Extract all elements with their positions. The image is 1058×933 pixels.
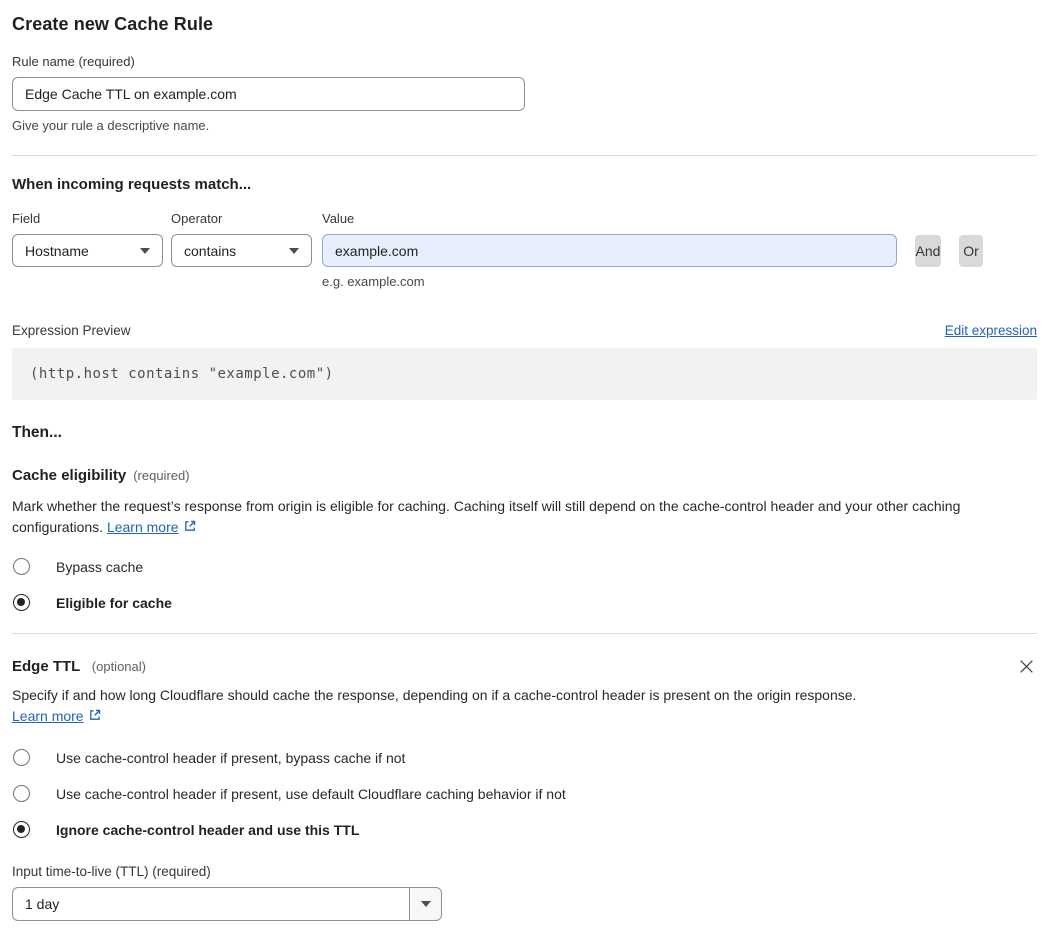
ttl-label: Input time-to-live (TTL) (required) xyxy=(12,864,211,879)
operator-select[interactable]: contains xyxy=(171,234,312,267)
field-label: Field xyxy=(12,211,41,226)
radio-eligible-for-cache[interactable]: Eligible for cache xyxy=(12,594,1037,611)
radio-ignore-header-use-ttl[interactable]: Ignore cache-control header and use this… xyxy=(12,821,1037,838)
expression-preview-code: (http.host contains "example.com") xyxy=(12,348,1037,400)
field-select[interactable]: Hostname xyxy=(12,234,163,267)
edit-expression-link[interactable]: Edit expression xyxy=(945,323,1037,338)
radio-button-icon[interactable] xyxy=(13,785,30,802)
ttl-select-dropdown-button[interactable] xyxy=(409,887,442,921)
divider xyxy=(12,155,1037,156)
cache-eligibility-required-badge: (required) xyxy=(133,468,190,483)
edge-ttl-header: Edge TTL (optional) xyxy=(12,656,1037,677)
and-button[interactable]: And xyxy=(915,235,941,267)
cache-eligibility-title: Cache eligibility xyxy=(12,467,127,484)
edge-ttl-title: Edge TTL xyxy=(12,657,81,675)
edge-ttl-description: Specify if and how long Cloudflare shoul… xyxy=(12,685,857,728)
field-select-value: Hostname xyxy=(25,242,89,259)
learn-more-link[interactable]: Learn more xyxy=(12,708,84,724)
chevron-down-icon xyxy=(420,901,431,907)
page-title: Create new Cache Rule xyxy=(12,14,214,34)
rule-name-label: Rule name (required) xyxy=(12,54,135,69)
create-cache-rule-form: Create new Cache Rule Rule name (require… xyxy=(0,0,1058,933)
expression-preview-row: Expression Preview Edit expression xyxy=(12,323,1037,338)
chevron-down-icon xyxy=(289,247,299,254)
radio-button-icon[interactable] xyxy=(13,558,30,575)
expression-text: (http.host contains "example.com") xyxy=(30,366,334,382)
match-condition-row: Field Operator Value Hostname contains A… xyxy=(12,211,1037,289)
rule-name-help: Give your rule a descriptive name. xyxy=(12,118,210,133)
cache-eligibility-header: Cache eligibility (required) xyxy=(12,467,1037,484)
value-help: e.g. example.com xyxy=(322,274,425,289)
divider xyxy=(12,633,1037,634)
edge-ttl-optional-badge: (optional) xyxy=(91,658,146,674)
expression-preview-label: Expression Preview xyxy=(12,323,131,338)
radio-button-icon[interactable] xyxy=(13,594,30,611)
external-link-icon xyxy=(183,518,197,539)
radio-bypass-cache[interactable]: Bypass cache xyxy=(12,558,1037,575)
ttl-select-value: 1 day xyxy=(25,896,60,912)
close-icon[interactable] xyxy=(1016,656,1037,677)
chevron-down-icon xyxy=(140,247,150,254)
radio-use-header-bypass[interactable]: Use cache-control header if present, byp… xyxy=(12,749,1037,766)
value-input[interactable] xyxy=(322,234,897,267)
learn-more-link[interactable]: Learn more xyxy=(107,519,179,535)
radio-button-icon[interactable] xyxy=(13,821,30,838)
value-label: Value xyxy=(322,211,355,226)
then-heading: Then... xyxy=(12,424,62,441)
ttl-select[interactable]: 1 day xyxy=(12,887,1037,921)
radio-use-header-default[interactable]: Use cache-control header if present, use… xyxy=(12,785,1037,802)
operator-select-value: contains xyxy=(184,242,237,259)
match-section-heading: When incoming requests match... xyxy=(12,176,252,193)
or-button[interactable]: Or xyxy=(959,235,983,267)
external-link-icon xyxy=(88,707,102,728)
rule-name-input[interactable] xyxy=(12,77,525,111)
cache-eligibility-description: Mark whether the request’s response from… xyxy=(12,496,1037,539)
radio-button-icon[interactable] xyxy=(13,749,30,766)
operator-label: Operator xyxy=(171,211,223,226)
ttl-select-value-area[interactable]: 1 day xyxy=(12,887,410,921)
